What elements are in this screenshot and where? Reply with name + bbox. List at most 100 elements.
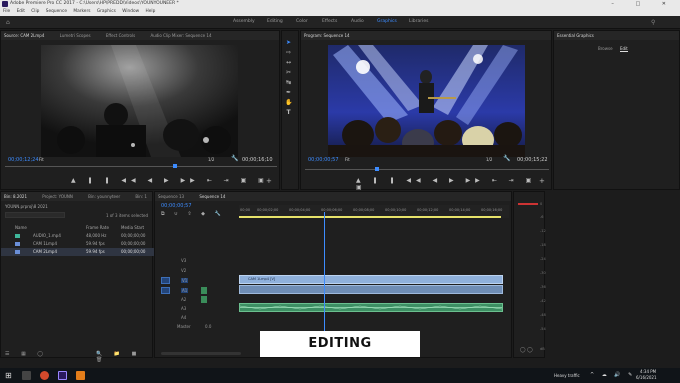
project-bottom-icons[interactable]: 🔍 📁 ■ 🗑 bbox=[96, 351, 152, 363]
clock-date[interactable]: 6/16/2021 bbox=[636, 375, 657, 380]
audio-clip-a1[interactable] bbox=[239, 285, 503, 294]
menu-file[interactable]: File bbox=[3, 9, 10, 14]
track-a2[interactable]: A2 bbox=[181, 297, 186, 302]
workspace-graphics[interactable]: Graphics bbox=[377, 19, 397, 24]
item-rate: 59.94 fps bbox=[86, 241, 105, 246]
add-button-icon[interactable]: + bbox=[539, 177, 545, 185]
tab-source[interactable]: Source: CAM 2Lmp4 bbox=[4, 33, 44, 38]
menu-sequence[interactable]: Sequence bbox=[46, 9, 67, 14]
tab-sequence-13[interactable]: Sequence 13 bbox=[158, 194, 184, 199]
tab-effect-controls[interactable]: Effect Controls bbox=[106, 33, 135, 38]
slip-tool-icon[interactable]: ↹ bbox=[285, 79, 292, 86]
menu-markers[interactable]: Markers bbox=[73, 9, 90, 14]
track-v2[interactable]: V2 bbox=[181, 268, 186, 273]
list-item-selected[interactable]: CAM 2Lmp4 59.94 fps 00;00;00;00 bbox=[1, 248, 154, 256]
tab-bin-1[interactable]: Bin: 1 bbox=[135, 194, 147, 199]
menu-clip[interactable]: Clip bbox=[31, 9, 39, 14]
tab-edit[interactable]: Edit bbox=[620, 46, 628, 52]
tab-lumetri-scopes[interactable]: Lumetri Scopes bbox=[60, 33, 91, 38]
source-patch-v1[interactable] bbox=[161, 277, 170, 284]
menu-help[interactable]: Help bbox=[146, 9, 156, 14]
track-select-tool-icon[interactable]: ⇨ bbox=[285, 49, 292, 56]
tab-audio-clip-mixer[interactable]: Audio Clip Mixer: Sequence 14 bbox=[150, 33, 211, 38]
master-track[interactable]: Master bbox=[177, 324, 191, 329]
search-icon[interactable]: ⚲ bbox=[651, 19, 655, 26]
task-view-icon[interactable] bbox=[22, 371, 31, 380]
weather-status[interactable]: Heavy traffic bbox=[554, 373, 580, 378]
video-clip[interactable]: CAM 1Lmp4 [V] bbox=[239, 275, 503, 284]
workspace-assembly[interactable]: Assembly bbox=[233, 19, 255, 24]
wrench-icon[interactable]: 🔧 bbox=[231, 155, 238, 162]
system-tray-icons[interactable]: ^ ☁ 🔊 ✎ bbox=[590, 372, 635, 378]
source-transport-controls[interactable]: ▲ ❚ ❚ ◀◀ ◀ ▶ ▶▶ ⇤ ⇥ ▣ ▣ bbox=[71, 177, 269, 184]
list-item[interactable]: AUDIO_1.mp4 48,000 Hz 00;00;00;00 bbox=[1, 232, 154, 240]
tab-sequence-14[interactable]: Sequence 14 bbox=[199, 194, 225, 199]
column-frame-rate[interactable]: Frame Rate bbox=[86, 225, 109, 230]
program-playhead[interactable] bbox=[375, 167, 379, 171]
source-timecode-in[interactable]: 00;00;12;24 bbox=[8, 157, 39, 163]
essential-graphics-title[interactable]: Essential Graphics bbox=[557, 33, 594, 38]
selection-tool-icon[interactable]: ➤ bbox=[285, 39, 292, 46]
workspace-libraries[interactable]: Libraries bbox=[409, 19, 428, 24]
track-a3[interactable]: A3 bbox=[181, 306, 186, 311]
project-view-controls[interactable]: ☰ ▦ ◯ bbox=[5, 351, 48, 357]
source-scale-dropdown[interactable]: 1/2 bbox=[208, 157, 214, 162]
home-icon[interactable]: ⌂ bbox=[6, 19, 10, 26]
tab-bin-8-2021[interactable]: Bin: 8.2021 bbox=[4, 194, 27, 199]
audio-clip-a3[interactable] bbox=[239, 303, 503, 312]
timeline-timecode[interactable]: 00;00;00;57 bbox=[161, 203, 192, 209]
work-area-bar[interactable] bbox=[239, 216, 501, 218]
source-fit-dropdown[interactable]: Fit bbox=[39, 157, 44, 162]
window-controls[interactable]: – □ ✕ bbox=[611, 0, 676, 8]
project-search-input[interactable] bbox=[5, 212, 65, 218]
track-a4[interactable]: A4 bbox=[181, 315, 186, 320]
program-transport-controls[interactable]: ▲ ❚ ❚ ◀◀ ◀ ▶ ▶▶ ⇤ ⇥ ▣ ▣ bbox=[356, 177, 551, 191]
tab-browse[interactable]: Browse bbox=[598, 46, 613, 51]
column-name[interactable]: Name bbox=[15, 225, 27, 230]
menu-window[interactable]: Window bbox=[122, 9, 139, 14]
program-fit-dropdown[interactable]: Fit bbox=[345, 157, 350, 162]
add-button-icon[interactable]: + bbox=[266, 177, 272, 185]
vlc-icon[interactable] bbox=[76, 371, 85, 380]
track-a1[interactable]: A1 bbox=[181, 288, 189, 293]
timeline-zoom-scrollbar[interactable] bbox=[161, 352, 241, 355]
program-scrub-bar[interactable] bbox=[305, 169, 549, 170]
workspace-audio[interactable]: Audio bbox=[351, 19, 364, 24]
pen-tool-icon[interactable]: ✒ bbox=[285, 89, 292, 96]
program-scale-dropdown[interactable]: 1/2 bbox=[486, 157, 492, 162]
meter-tick: -42 bbox=[540, 299, 546, 303]
chrome-icon[interactable] bbox=[40, 371, 49, 380]
wrench-icon[interactable]: 🔧 bbox=[503, 155, 510, 162]
solo-button-a1[interactable] bbox=[201, 287, 207, 294]
tab-project-younn[interactable]: Project: YOUNN bbox=[42, 194, 73, 199]
ripple-edit-tool-icon[interactable]: ↔ bbox=[285, 59, 292, 66]
clock-time[interactable]: 4:34 PM bbox=[640, 369, 656, 374]
workspace-editing[interactable]: Editing bbox=[267, 19, 283, 24]
item-rate: 48,000 Hz bbox=[86, 233, 107, 238]
tab-bin-younnyteer[interactable]: Bin: younnyteer bbox=[88, 194, 120, 199]
workspace-effects[interactable]: Effects bbox=[322, 19, 337, 24]
type-tool-icon[interactable]: T bbox=[285, 109, 292, 116]
solo-meter-buttons[interactable]: ◯ ◯ bbox=[520, 347, 533, 353]
razor-tool-icon[interactable]: ✂ bbox=[285, 69, 292, 76]
master-level[interactable]: 0.0 bbox=[205, 324, 211, 329]
source-scrub-bar[interactable] bbox=[5, 166, 277, 167]
timeline-tool-icons[interactable]: ⧉ ∪ ⇧ ◆ 🔧 bbox=[161, 211, 225, 217]
source-playhead[interactable] bbox=[173, 164, 177, 168]
menu-edit[interactable]: Edit bbox=[17, 9, 25, 14]
solo-button-a2[interactable] bbox=[201, 296, 207, 303]
tab-program[interactable]: Program: Sequence 14 bbox=[304, 33, 350, 38]
hand-tool-icon[interactable]: ✋ bbox=[285, 99, 292, 106]
menu-graphics[interactable]: Graphics bbox=[97, 9, 116, 14]
premiere-taskbar-icon[interactable] bbox=[58, 371, 67, 380]
timeline-ruler[interactable]: 00;00 00;00;02;00 00;00;04;00 00;00;06;0… bbox=[239, 205, 509, 218]
program-timecode-in[interactable]: 00;00;00;57 bbox=[308, 157, 339, 163]
track-v1[interactable]: V1 bbox=[181, 278, 189, 283]
column-media-start[interactable]: Media Start bbox=[121, 225, 144, 230]
workspace-bar: ⌂ Assembly Editing Color Effects Audio G… bbox=[0, 16, 680, 29]
track-v3[interactable]: V3 bbox=[181, 258, 186, 263]
workspace-color[interactable]: Color bbox=[296, 19, 308, 24]
source-patch-a1[interactable] bbox=[161, 287, 170, 294]
list-item[interactable]: CAM 1Lmp4 59.94 fps 00;00;00;00 bbox=[1, 240, 154, 248]
windows-start-icon[interactable]: ⊞ bbox=[5, 371, 14, 380]
